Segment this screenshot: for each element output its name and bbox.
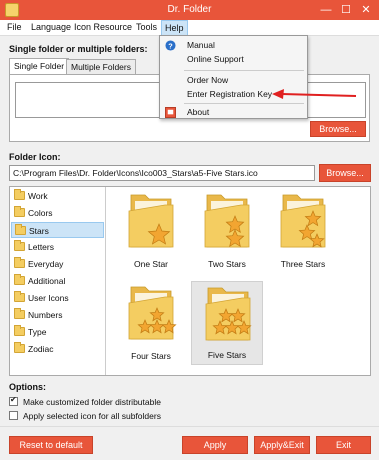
category-additional[interactable]: Additional: [11, 273, 104, 289]
tab-multiple-folders[interactable]: Multiple Folders: [66, 59, 136, 74]
exit-button[interactable]: Exit: [316, 436, 371, 454]
svg-text:?: ?: [168, 41, 173, 50]
icon-browser: Work Colors Stars Letters Everyday Addit…: [9, 186, 371, 376]
help-circle-icon: ?: [165, 40, 176, 51]
folder-icon: [14, 240, 25, 251]
category-user-icons[interactable]: User Icons: [11, 290, 104, 306]
icon-path-input[interactable]: C:\Program Files\Dr. Folder\Icons\Ico003…: [9, 165, 315, 181]
icon-four-stars[interactable]: Four Stars: [115, 281, 187, 365]
folder-stars-icon: [128, 286, 177, 340]
icon-two-stars[interactable]: Two Stars: [191, 189, 263, 273]
folder-icon: [14, 325, 25, 336]
folder-icon: [14, 257, 25, 268]
icon-browse-button[interactable]: Browse...: [319, 164, 371, 182]
category-zodiac[interactable]: Zodiac: [11, 341, 104, 357]
category-everyday[interactable]: Everyday: [11, 256, 104, 272]
icon-five-stars[interactable]: Five Stars: [191, 281, 263, 365]
folder-icon: [14, 291, 25, 302]
icon-one-star[interactable]: One Star: [115, 189, 187, 273]
maximize-button[interactable]: ☐: [339, 3, 353, 17]
apply-exit-button[interactable]: Apply&Exit: [254, 436, 310, 454]
category-list: Work Colors Stars Letters Everyday Addit…: [10, 187, 106, 375]
category-numbers[interactable]: Numbers: [11, 307, 104, 323]
menu-separator: [184, 70, 304, 71]
distributable-option[interactable]: Make customized folder distributable: [9, 395, 209, 408]
menu-separator: [184, 103, 304, 104]
category-work[interactable]: Work: [11, 188, 104, 204]
folders-browse-button[interactable]: Browse...: [310, 121, 366, 137]
footer-bar: Reset to default Apply Apply&Exit Exit: [0, 426, 379, 460]
options-label: Options:: [9, 382, 46, 392]
folder-icon: [14, 308, 25, 319]
icon-grid: One Star Two Stars Three Stars Four Star…: [107, 187, 370, 375]
annotation-arrow: [272, 89, 357, 99]
menu-item-order-now[interactable]: Order Now: [160, 74, 307, 87]
category-stars[interactable]: Stars: [11, 222, 104, 238]
folder-front: [204, 204, 250, 248]
category-colors[interactable]: Colors: [11, 205, 104, 221]
folder-stars-icon: [280, 194, 326, 248]
apply-button[interactable]: Apply: [182, 436, 248, 454]
distributable-checkbox[interactable]: [9, 395, 18, 406]
about-icon: [165, 107, 176, 118]
subfolders-option[interactable]: Apply selected icon for all subfolders: [9, 410, 209, 422]
folder-icon: [14, 206, 25, 217]
menu-bar: File Language Icon Resource Tools Help: [0, 20, 379, 36]
folders-section-label: Single folder or multiple folders:: [9, 44, 148, 54]
reset-button[interactable]: Reset to default: [9, 436, 93, 454]
menu-item-manual[interactable]: ? Manual: [160, 39, 307, 52]
folder-stars-icon: [205, 287, 252, 341]
subfolders-label: Apply selected icon for all subfolders: [23, 411, 161, 421]
menu-item-about[interactable]: About: [160, 106, 307, 119]
category-type[interactable]: Type: [11, 324, 104, 340]
menu-language[interactable]: Language: [28, 22, 74, 32]
tab-single-folder[interactable]: Single Folder: [9, 58, 70, 74]
icon-three-stars[interactable]: Three Stars: [267, 189, 339, 273]
close-button[interactable]: ✕: [359, 3, 373, 17]
minimize-button[interactable]: —: [319, 3, 333, 17]
folder-icon: [14, 189, 25, 200]
menu-icon-resource[interactable]: Icon Resource: [71, 22, 135, 32]
menu-item-online-support[interactable]: Online Support: [160, 53, 307, 66]
distributable-label: Make customized folder distributable: [23, 397, 161, 407]
help-dropdown-menu: ? Manual Online Support Order Now Enter …: [159, 35, 308, 119]
folder-front: [128, 204, 174, 248]
folder-stars-icon: [128, 194, 174, 248]
menu-file[interactable]: File: [4, 22, 25, 32]
folder-icon: [14, 274, 25, 285]
menu-help[interactable]: Help: [161, 20, 188, 36]
folder-icon-label: Folder Icon:: [9, 152, 61, 162]
category-letters[interactable]: Letters: [11, 239, 104, 255]
folder-stars-icon: [204, 194, 250, 248]
folder-icon: [14, 342, 25, 353]
subfolders-checkbox[interactable]: [9, 411, 18, 420]
menu-tools[interactable]: Tools: [133, 22, 160, 32]
title-bar: Dr. Folder — ☐ ✕: [0, 0, 379, 20]
folder-icon: [15, 224, 26, 235]
folder-front: [128, 296, 174, 340]
